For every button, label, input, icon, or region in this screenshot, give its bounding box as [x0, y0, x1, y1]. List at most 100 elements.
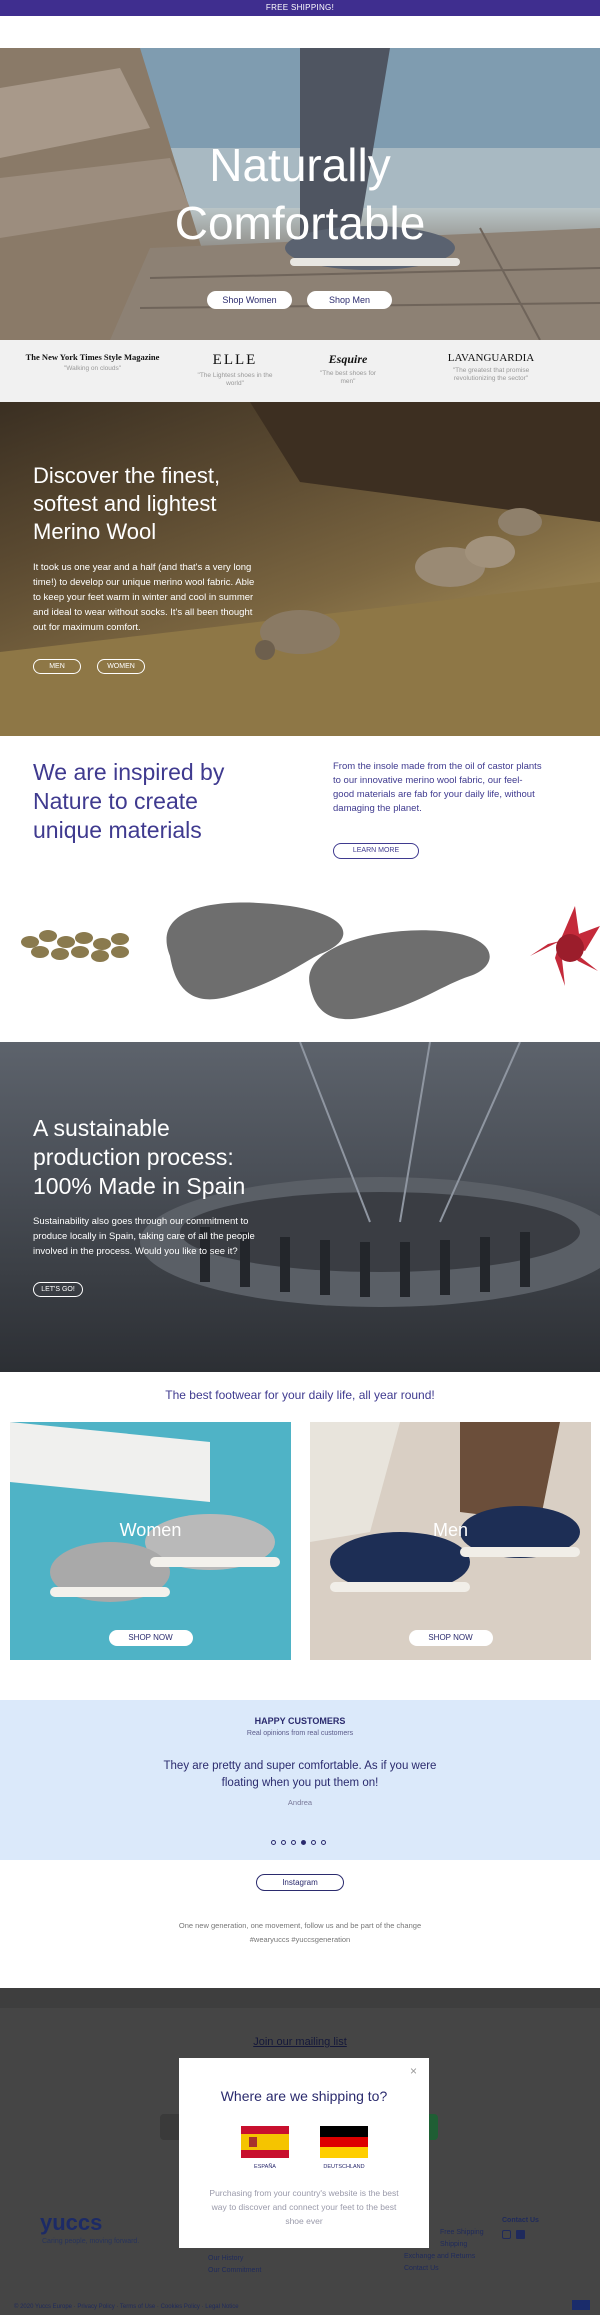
merino-title-line: softest and lightest [33, 491, 217, 516]
press-item-nytimes: The New York Times Style Magazine "Walki… [20, 352, 165, 373]
free-shipping-text: FREE SHIPPING! [265, 3, 335, 12]
press-logo: The New York Times Style Magazine [25, 352, 160, 362]
footer-link-contact[interactable]: Contact Us [404, 2265, 439, 2272]
materials-body-line: damaging the planet. [333, 803, 422, 814]
instagram-hashtags: #wearyuccs #yuccsgeneration [249, 1935, 351, 1944]
footer-brand-logo: yuccs [40, 2210, 103, 2235]
press-item-esquire: Esquire "The best shoes for men" [318, 352, 378, 386]
women-card[interactable]: Women SHOP NOW [10, 1422, 291, 1660]
close-icon[interactable]: × [410, 2064, 417, 2078]
modal-description-line: way to discover and connect your feet to… [211, 2202, 397, 2212]
shop-men-button[interactable]: Shop Men [307, 291, 392, 309]
materials-body-line: From the insole made from the oil of cas… [333, 761, 542, 772]
men-card-label: Men [432, 1520, 468, 1540]
carousel-dot[interactable] [291, 1840, 296, 1845]
merino-body-line: and ideal to wear without socks. It's al… [33, 607, 253, 618]
modal-description: Purchasing from your country's website i… [179, 2186, 429, 2228]
carousel-dot[interactable] [271, 1840, 276, 1845]
merino-title-line: Discover the finest, [33, 463, 221, 488]
site-header [0, 16, 600, 48]
materials-body: From the insole made from the oil of cas… [333, 760, 542, 816]
review-quote-line: floating when you put them on! [221, 1777, 379, 1789]
review-author: Andrea [287, 1798, 313, 1807]
hero-banner: Naturally Comfortable Shop Women Shop Me… [0, 48, 600, 340]
footer-link-free-shipping[interactable]: Free Shipping [440, 2229, 484, 2236]
reviews-section: HAPPY CUSTOMERS Real opinions from real … [0, 1700, 600, 1860]
merino-body-line: It took us one year and a half (and that… [33, 562, 252, 573]
footer-tagline: Caring people, moving forward. [42, 2238, 140, 2245]
chat-widget[interactable] [572, 2300, 590, 2310]
review-carousel-dots [271, 1840, 331, 1846]
footer-link-shipping[interactable]: Shipping [440, 2241, 467, 2248]
spain-flag-icon[interactable] [241, 2126, 289, 2158]
footer-link-our-history[interactable]: Our History [208, 2255, 243, 2262]
production-title: A sustainable production process: 100% M… [33, 1114, 245, 1201]
spain-label[interactable]: ESPAÑA [235, 2164, 295, 2170]
reviews-heading: HAPPY CUSTOMERS [254, 1716, 346, 1726]
press-quote: "The greatest that promise revolutionizi… [452, 367, 530, 382]
review-quote-line: They are pretty and super comfortable. A… [163, 1760, 437, 1772]
shop-now-women-button[interactable]: SHOP NOW [108, 1630, 193, 1646]
mailing-list-link[interactable]: Join our mailing list [0, 2036, 600, 2048]
shop-women-button[interactable]: Shop Women [207, 291, 292, 309]
free-shipping-bar: FREE SHIPPING! [0, 0, 600, 16]
footer-legal: © 2020 Yuccs Europe · Privacy Policy · T… [14, 2304, 239, 2310]
press-logo: ELLE [212, 352, 258, 368]
footer-link-exchange-returns[interactable]: Exchange and Returns [404, 2253, 475, 2260]
carousel-dot[interactable] [311, 1840, 316, 1845]
production-body-line: Sustainability also goes through our com… [33, 1216, 249, 1227]
materials-title-line: Nature to create [33, 788, 198, 814]
instagram-button[interactable]: Instagram [256, 1874, 344, 1891]
daily-footwear-title: The best footwear for your daily life, a… [165, 1388, 435, 1402]
materials-body-line: good materials are fab for your daily li… [333, 789, 535, 800]
facebook-icon[interactable] [516, 2230, 525, 2239]
press-item-elle: ELLE "The Lightest shoes in the world" [195, 352, 275, 388]
merino-section: Discover the finest, softest and lightes… [0, 402, 600, 736]
production-body-line: produce locally in Spain, taking care of… [33, 1231, 255, 1242]
merino-body-line: to keep your feet warm in winter and coo… [33, 592, 254, 603]
production-title-line: production process: [33, 1144, 234, 1170]
press-quote: "Walking on clouds" [63, 365, 122, 372]
materials-title: We are inspired by Nature to create uniq… [33, 758, 224, 845]
lets-go-button[interactable]: LET'S GO! [33, 1282, 83, 1297]
footer-contact-heading: Contact Us [502, 2217, 539, 2224]
materials-image [21, 902, 600, 1020]
materials-body-line: to our innovative merino wool fabric, ou… [333, 775, 523, 786]
press-logo: Esquire [328, 352, 368, 366]
men-card[interactable]: Men SHOP NOW [310, 1422, 591, 1660]
production-body-line: involved in the process. Would you like … [33, 1246, 238, 1257]
materials-title-line: We are inspired by [33, 759, 225, 785]
instagram-icon[interactable] [502, 2230, 511, 2239]
men-card-image [310, 1422, 580, 1592]
germany-flag-icon[interactable] [320, 2126, 368, 2158]
carousel-dot[interactable] [321, 1840, 326, 1845]
merino-body-line: time!) to develop our unique merino wool… [33, 577, 255, 588]
shop-now-men-button[interactable]: SHOP NOW [408, 1630, 493, 1646]
learn-more-button[interactable]: LEARN MORE [333, 843, 419, 859]
merino-men-button[interactable]: MEN [33, 659, 81, 674]
merino-body-line: out for maximum comfort. [33, 622, 141, 633]
materials-title-line: unique materials [33, 817, 202, 843]
merino-women-button[interactable]: WOMEN [97, 659, 145, 674]
production-section: A sustainable production process: 100% M… [0, 1042, 600, 1372]
press-item-lavanguardia: LAVANGUARDIA "The greatest that promise … [445, 352, 537, 383]
reviews-subheading: Real opinions from real customers [246, 1730, 354, 1737]
production-title-line: A sustainable [33, 1115, 170, 1141]
germany-label[interactable]: DEUTSCHLAND [314, 2164, 374, 2170]
modal-description-line: shoe ever [285, 2216, 323, 2226]
factory-image [140, 1042, 600, 1307]
materials-section: We are inspired by Nature to create uniq… [0, 736, 600, 1042]
modal-title: Where are we shipping to? [220, 2088, 388, 2104]
footer-link-our-commitment[interactable]: Our Commitment [208, 2267, 261, 2274]
production-body: Sustainability also goes through our com… [33, 1214, 255, 1259]
carousel-dot[interactable] [281, 1840, 286, 1845]
carousel-dot-active[interactable] [301, 1840, 306, 1845]
review-quote: They are pretty and super comfortable. A… [0, 1758, 600, 1792]
shipping-country-modal: × Where are we shipping to? ESPAÑA DEUTS… [179, 2058, 429, 2248]
press-bar: The New York Times Style Magazine "Walki… [0, 340, 600, 402]
production-title-line: 100% Made in Spain [33, 1173, 246, 1199]
instagram-line1: One new generation, one movement, follow… [178, 1921, 422, 1930]
merino-title-line: Merino Wool [33, 519, 157, 544]
merino-title: Discover the finest, softest and lightes… [33, 462, 220, 546]
press-logo: LAVANGUARDIA [447, 352, 535, 364]
